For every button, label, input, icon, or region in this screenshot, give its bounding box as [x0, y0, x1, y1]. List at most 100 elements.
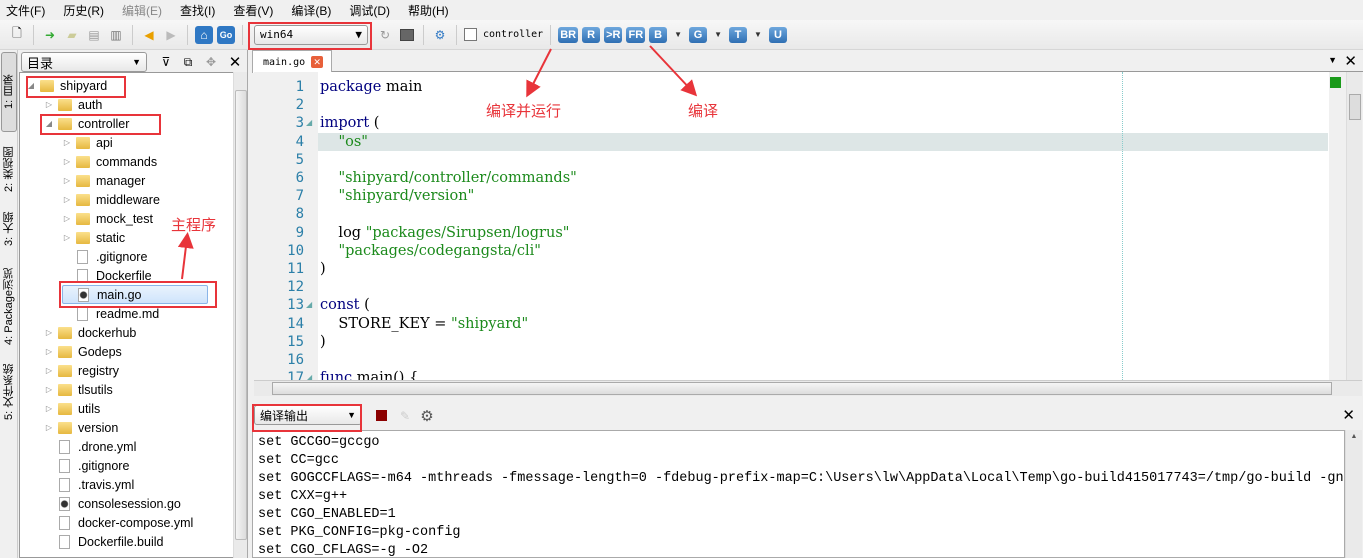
line-number: 12 [287, 279, 304, 296]
folder-icon [58, 421, 72, 434]
run-terminal-button[interactable]: >R [604, 26, 623, 43]
sync-icon[interactable]: ✥ [202, 53, 220, 71]
open-folder-icon[interactable]: ▰ [63, 26, 81, 44]
stop-icon[interactable] [376, 410, 387, 421]
output-text[interactable]: set GCCGO=gccgo set CC=gcc set GOGCCFLAGS=… [252, 430, 1345, 558]
reload-icon[interactable]: ↻ [376, 26, 394, 44]
home-icon[interactable]: ⌂ [195, 25, 213, 44]
build-dropdown-icon[interactable]: ▼ [674, 30, 682, 39]
expand-arrow-icon[interactable]: ▷ [44, 347, 54, 356]
menu-item[interactable]: 调试(D) [349, 2, 390, 19]
output-line: set GOGCCFLAGS=-m64 -mthreads -fmessage-… [258, 471, 1345, 486]
tree-scrollbar[interactable] [233, 72, 247, 558]
menu-item[interactable]: 文件(F) [6, 2, 45, 19]
fold-icon[interactable]: ◢ [306, 118, 312, 127]
menu-item[interactable]: 编辑(E) [122, 2, 162, 19]
build-button[interactable]: B [649, 26, 668, 43]
forward-icon[interactable]: ▶ [162, 26, 180, 44]
expand-arrow-icon[interactable]: ▷ [62, 195, 72, 204]
tree-item[interactable]: ▷ dockerhub [44, 323, 136, 342]
close-icon[interactable]: ✕ [1342, 406, 1355, 424]
tab-close-icon[interactable]: ✕ [311, 56, 324, 68]
collapse-icon[interactable]: ⧉ [179, 53, 197, 71]
tree-item[interactable]: ▷ registry [44, 361, 119, 380]
save-icon[interactable]: ▤ [85, 26, 103, 44]
stop-icon[interactable] [398, 26, 416, 44]
get-button[interactable]: G [689, 26, 708, 43]
open-file-icon[interactable]: ➜ [41, 26, 59, 44]
tree-item[interactable]: .travis.yml [44, 475, 134, 494]
update-button[interactable]: U [768, 26, 787, 43]
controller-checkbox[interactable] [464, 28, 477, 41]
view-select[interactable]: 目录 ▼ [21, 52, 147, 72]
gear-icon[interactable]: ⚙ [418, 407, 436, 425]
vtab-directory[interactable]: 1: 目录 [1, 52, 17, 132]
output-scrollbar[interactable]: ▲ [1345, 430, 1362, 558]
expand-arrow-icon[interactable]: ▷ [44, 366, 54, 375]
tree-item[interactable]: ▷ commands [62, 152, 157, 171]
expand-arrow-icon[interactable]: ▷ [44, 423, 54, 432]
code-hscrollbar[interactable] [254, 380, 1362, 396]
fold-icon[interactable]: ◢ [306, 300, 312, 309]
get-dropdown-icon[interactable]: ▼ [714, 30, 722, 39]
menu-item[interactable]: 帮助(H) [408, 2, 449, 19]
tree-item[interactable]: ▷ static [62, 228, 125, 247]
vtab-outline[interactable]: 3: 大纲 [1, 200, 17, 258]
go-icon[interactable]: Go [217, 25, 235, 44]
menu-item[interactable]: 查看(V) [233, 2, 273, 19]
tree-item[interactable]: ▷ manager [62, 171, 145, 190]
back-icon[interactable]: ◀ [140, 26, 158, 44]
expand-arrow-icon[interactable]: ▷ [44, 100, 54, 109]
test-dropdown-icon[interactable]: ▼ [754, 30, 762, 39]
tree-item[interactable]: ▷ utils [44, 399, 100, 418]
clear-icon[interactable]: ✎ [396, 407, 414, 425]
build-run-button[interactable]: BR [558, 26, 579, 43]
expand-arrow-icon[interactable]: ▷ [44, 404, 54, 413]
test-button[interactable]: T [729, 26, 747, 43]
code-vscrollbar[interactable] [1346, 72, 1362, 380]
tree-item[interactable]: ▷ middleware [62, 190, 160, 209]
expand-arrow-icon[interactable]: ▷ [62, 138, 72, 147]
gear-icon[interactable]: ⚙ [431, 26, 449, 44]
close-icon[interactable]: ✕ [1344, 52, 1357, 70]
tree-item[interactable]: ▷ api [62, 133, 113, 152]
close-icon[interactable]: ✕ [226, 53, 244, 71]
expand-arrow-icon[interactable]: ▷ [62, 233, 72, 242]
tree-item[interactable]: ▷ version [44, 418, 118, 437]
run-button[interactable]: R [582, 26, 601, 43]
tree-item[interactable]: ▷ tlsutils [44, 380, 113, 399]
expand-arrow-icon[interactable]: ▷ [62, 214, 72, 223]
fold-icon[interactable]: ◢ [306, 373, 312, 380]
tree-item[interactable]: docker-compose.yml [44, 513, 193, 532]
filter-icon[interactable]: ⊽ [157, 53, 175, 71]
vtab-file-system[interactable]: 5: 文件系统 [1, 354, 17, 430]
menu-item[interactable]: 历史(R) [63, 2, 104, 19]
tree-item[interactable]: .drone.yml [44, 437, 136, 456]
expand-arrow-icon[interactable]: ▷ [44, 385, 54, 394]
save-all-icon[interactable]: ▥ [107, 26, 125, 44]
tree-item[interactable]: ▷ Godeps [44, 342, 122, 361]
expand-arrow-icon[interactable]: ▷ [44, 328, 54, 337]
tab-main-go[interactable]: main.go ✕ [252, 50, 332, 73]
new-file-icon[interactable]: 🗋 [8, 26, 26, 44]
tree-item[interactable]: .gitignore [44, 456, 129, 475]
menu-item[interactable]: 查找(I) [180, 2, 215, 19]
line-number: 1 [295, 79, 304, 95]
file-run-button[interactable]: FR [626, 26, 646, 43]
tree-item[interactable]: .gitignore [62, 247, 147, 266]
expand-arrow-icon[interactable]: ▷ [62, 157, 72, 166]
menu-bar: 文件(F) 历史(R) 编辑(E) 查找(I) 查看(V) 编译(B) 调试(D) 帮助(H) [0, 0, 1363, 20]
code-editor[interactable]: 1 2 3 ◢ 4 5 6 7 8 9 10 11 12 13 ◢ 14 15 16 17 ◢ package mai… [254, 72, 1329, 380]
expand-arrow-icon[interactable]: ▷ [62, 176, 72, 185]
tab-list-icon[interactable]: ▼ [1328, 55, 1337, 65]
tree-item[interactable]: consolesession.go [44, 494, 181, 513]
folder-icon [76, 155, 90, 168]
tree-item[interactable]: ▷ mock_test [62, 209, 153, 228]
vtab-class-view[interactable]: 2: 类视图 [1, 138, 17, 200]
menu-item[interactable]: 编译(B) [291, 2, 331, 19]
tree-item[interactable]: Dockerfile.build [44, 532, 163, 551]
vtab-package-browser[interactable]: 4: Package浏览 [1, 258, 17, 354]
tree-item-label: .drone.yml [78, 439, 137, 454]
tree-item-label: utils [78, 401, 101, 416]
code-token: ) [320, 261, 326, 277]
